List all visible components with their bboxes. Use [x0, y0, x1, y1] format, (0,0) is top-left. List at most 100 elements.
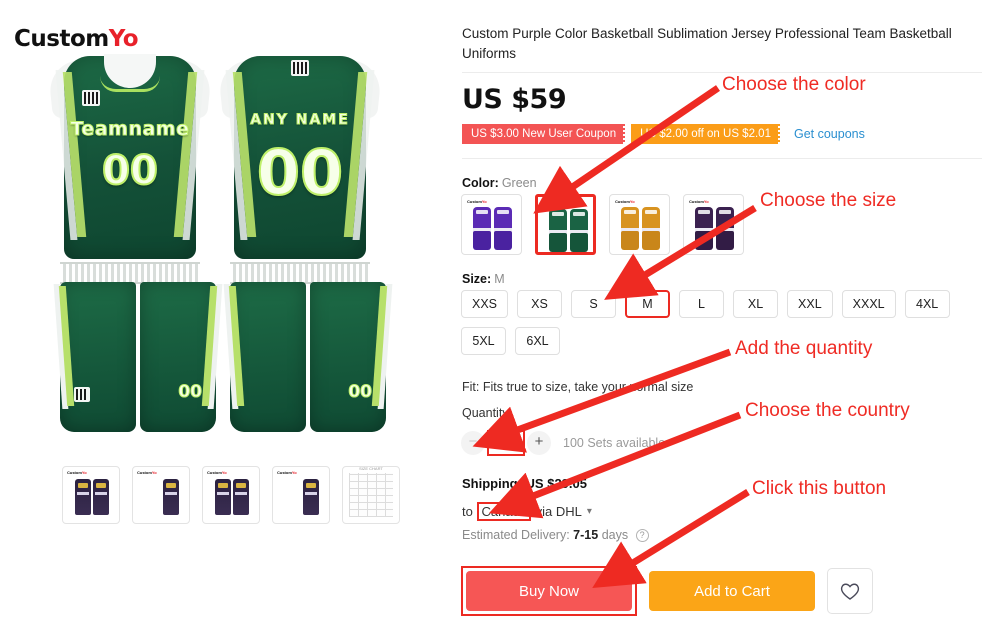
quantity-increase-button[interactable]: +: [527, 431, 551, 455]
swatch-logo-icon: CustomYo: [467, 199, 487, 204]
thumbnail-3[interactable]: CustomYo: [202, 466, 260, 524]
jersey-back: ANY NAME 00 00: [212, 46, 393, 446]
shorts-back: 00: [223, 282, 393, 442]
jersey-front: Teamname 00 00: [42, 46, 223, 446]
thumb-jersey-front: [215, 479, 231, 515]
short-leg-right: 00: [140, 282, 223, 432]
size-option-6xl[interactable]: 6XL: [515, 327, 560, 355]
size-selected-value: M: [494, 272, 505, 286]
chest-logo-icon: [82, 90, 100, 106]
swatch-shorts-right: [494, 231, 512, 250]
divider-top: [462, 72, 982, 73]
thumbnail-strip: CustomYo CustomYo CustomYo CustomYo SIZE…: [62, 466, 400, 524]
delivery-label: Estimated Delivery:: [462, 528, 570, 542]
divider-coupons: [462, 158, 982, 159]
swatch-shorts-left: [695, 231, 713, 250]
size-option-5xl[interactable]: 5XL: [461, 327, 506, 355]
jersey-back-number: 00: [256, 135, 344, 210]
shipping-price: Shipping: US $29.05: [462, 476, 587, 491]
coupon-row: US $3.00 New User Coupon US $2.00 off on…: [462, 124, 865, 144]
size-option-s[interactable]: S: [571, 290, 617, 318]
thumbnail-2[interactable]: CustomYo: [132, 466, 190, 524]
main-product-image[interactable]: Teamname 00 00 ANY NAME 00 00: [22, 46, 422, 446]
size-option-xxxl[interactable]: XXXL: [841, 290, 896, 318]
size-option-xs[interactable]: XS: [517, 290, 563, 318]
color-swatch-list: CustomYo CustomYo CustomYo CustomYo: [461, 194, 744, 255]
wishlist-button[interactable]: [827, 568, 873, 614]
quantity-stepper: − 1 + 100 Sets available: [461, 430, 665, 456]
buy-now-highlight-box: Buy Now: [461, 566, 637, 616]
brand-logo-black: Custom: [14, 26, 109, 52]
brand-logo: CustomYo: [14, 26, 139, 52]
product-detail-page: CustomYo Teamname 00 00 ANY NAME 00 00 C…: [0, 0, 1000, 620]
swatch-shorts-right: [570, 233, 588, 252]
swatch-logo-icon: CustomYo: [543, 201, 563, 206]
action-button-row: Buy Now Add to Cart: [461, 566, 873, 616]
stock-availability-text: 100 Sets available: [563, 436, 666, 450]
size-chart-title: SIZE CHART: [359, 466, 383, 471]
color-label: Color: Green: [462, 176, 537, 190]
jersey-front-number: 00: [101, 147, 159, 195]
thumb-jersey-front: [75, 479, 91, 515]
shorts-number-back: 00: [348, 382, 373, 403]
thumbnail-1[interactable]: CustomYo: [62, 466, 120, 524]
swatch-shorts-right: [716, 231, 734, 250]
short-leg-right-back: 00: [310, 282, 393, 432]
size-option-xxs[interactable]: XXS: [461, 290, 509, 318]
get-coupons-link[interactable]: Get coupons: [794, 127, 865, 141]
product-title: Custom Purple Color Basketball Sublimati…: [462, 26, 952, 61]
thumb-logo-icon: CustomYo: [207, 470, 227, 475]
swatch-shorts-left: [549, 233, 567, 252]
size-option-list: XXS XS S M L XL XXL XXXL 4XL 5XL 6XL: [461, 290, 991, 355]
swatch-logo-icon: CustomYo: [689, 199, 709, 204]
size-option-m[interactable]: M: [625, 290, 671, 318]
size-option-xl[interactable]: XL: [733, 290, 779, 318]
jersey-back-tank: ANY NAME 00 00: [216, 54, 393, 432]
product-info-panel: Custom Purple Color Basketball Sublimati…: [455, 0, 1000, 620]
quantity-decrease-button[interactable]: −: [461, 431, 485, 455]
size-option-xxl[interactable]: XXL: [787, 290, 833, 318]
size-label-text: Size:: [462, 272, 492, 286]
color-swatch-dark-purple[interactable]: CustomYo: [683, 194, 744, 255]
brand-logo-red: Yo: [108, 26, 139, 52]
color-swatch-gold[interactable]: CustomYo: [609, 194, 670, 255]
coupon-discount[interactable]: US $2.00 off on US $2.01: [631, 124, 781, 144]
size-label: Size: M: [462, 272, 505, 286]
color-swatch-green[interactable]: CustomYo: [535, 194, 596, 255]
shipping-country-selector[interactable]: to Canada via DHL ▾: [462, 502, 592, 521]
buy-now-button[interactable]: Buy Now: [466, 571, 632, 611]
estimated-delivery: Estimated Delivery: 7-15 days ?: [462, 528, 649, 543]
quantity-label: Quantity:: [462, 406, 513, 420]
chevron-down-icon[interactable]: ▾: [587, 506, 592, 517]
delivery-suffix: days: [601, 528, 629, 542]
product-price: US $59: [462, 84, 567, 115]
coupon-new-user[interactable]: US $3.00 New User Coupon: [462, 124, 627, 144]
size-option-4xl[interactable]: 4XL: [904, 290, 950, 318]
size-option-l[interactable]: L: [679, 290, 725, 318]
thumb-logo-icon: CustomYo: [277, 470, 297, 475]
neck-trim: [100, 76, 160, 92]
short-leg-left-back: [223, 282, 306, 432]
quantity-input[interactable]: 1: [487, 430, 525, 456]
shipping-to-prefix: to: [462, 504, 473, 519]
jersey-player-name: ANY NAME: [250, 112, 350, 129]
jersey-front-tank: Teamname 00 00: [46, 54, 223, 432]
thumbnail-5-size-chart[interactable]: SIZE CHART: [342, 466, 400, 524]
color-selected-value: Green: [501, 176, 537, 190]
short-leg-left: [53, 282, 136, 432]
thumbnail-4[interactable]: CustomYo: [272, 466, 330, 524]
color-swatch-purple[interactable]: CustomYo: [461, 194, 522, 255]
help-icon[interactable]: ?: [635, 529, 649, 543]
swatch-shorts-left: [473, 231, 491, 250]
shorts-logo-icon: [74, 387, 90, 402]
delivery-value: 7-15: [573, 528, 599, 542]
add-to-cart-button[interactable]: Add to Cart: [649, 571, 815, 611]
waistband-back: [230, 262, 370, 284]
thumb-jersey-side: [163, 479, 179, 515]
jersey-body: Teamname 00: [55, 54, 205, 259]
back-collar-logo-icon: [291, 60, 309, 76]
jersey-body-back: ANY NAME 00: [225, 56, 375, 259]
shipping-country-value[interactable]: Canada: [477, 502, 532, 521]
color-label-text: Color:: [462, 176, 499, 190]
thumb-jersey-back: [233, 479, 249, 515]
